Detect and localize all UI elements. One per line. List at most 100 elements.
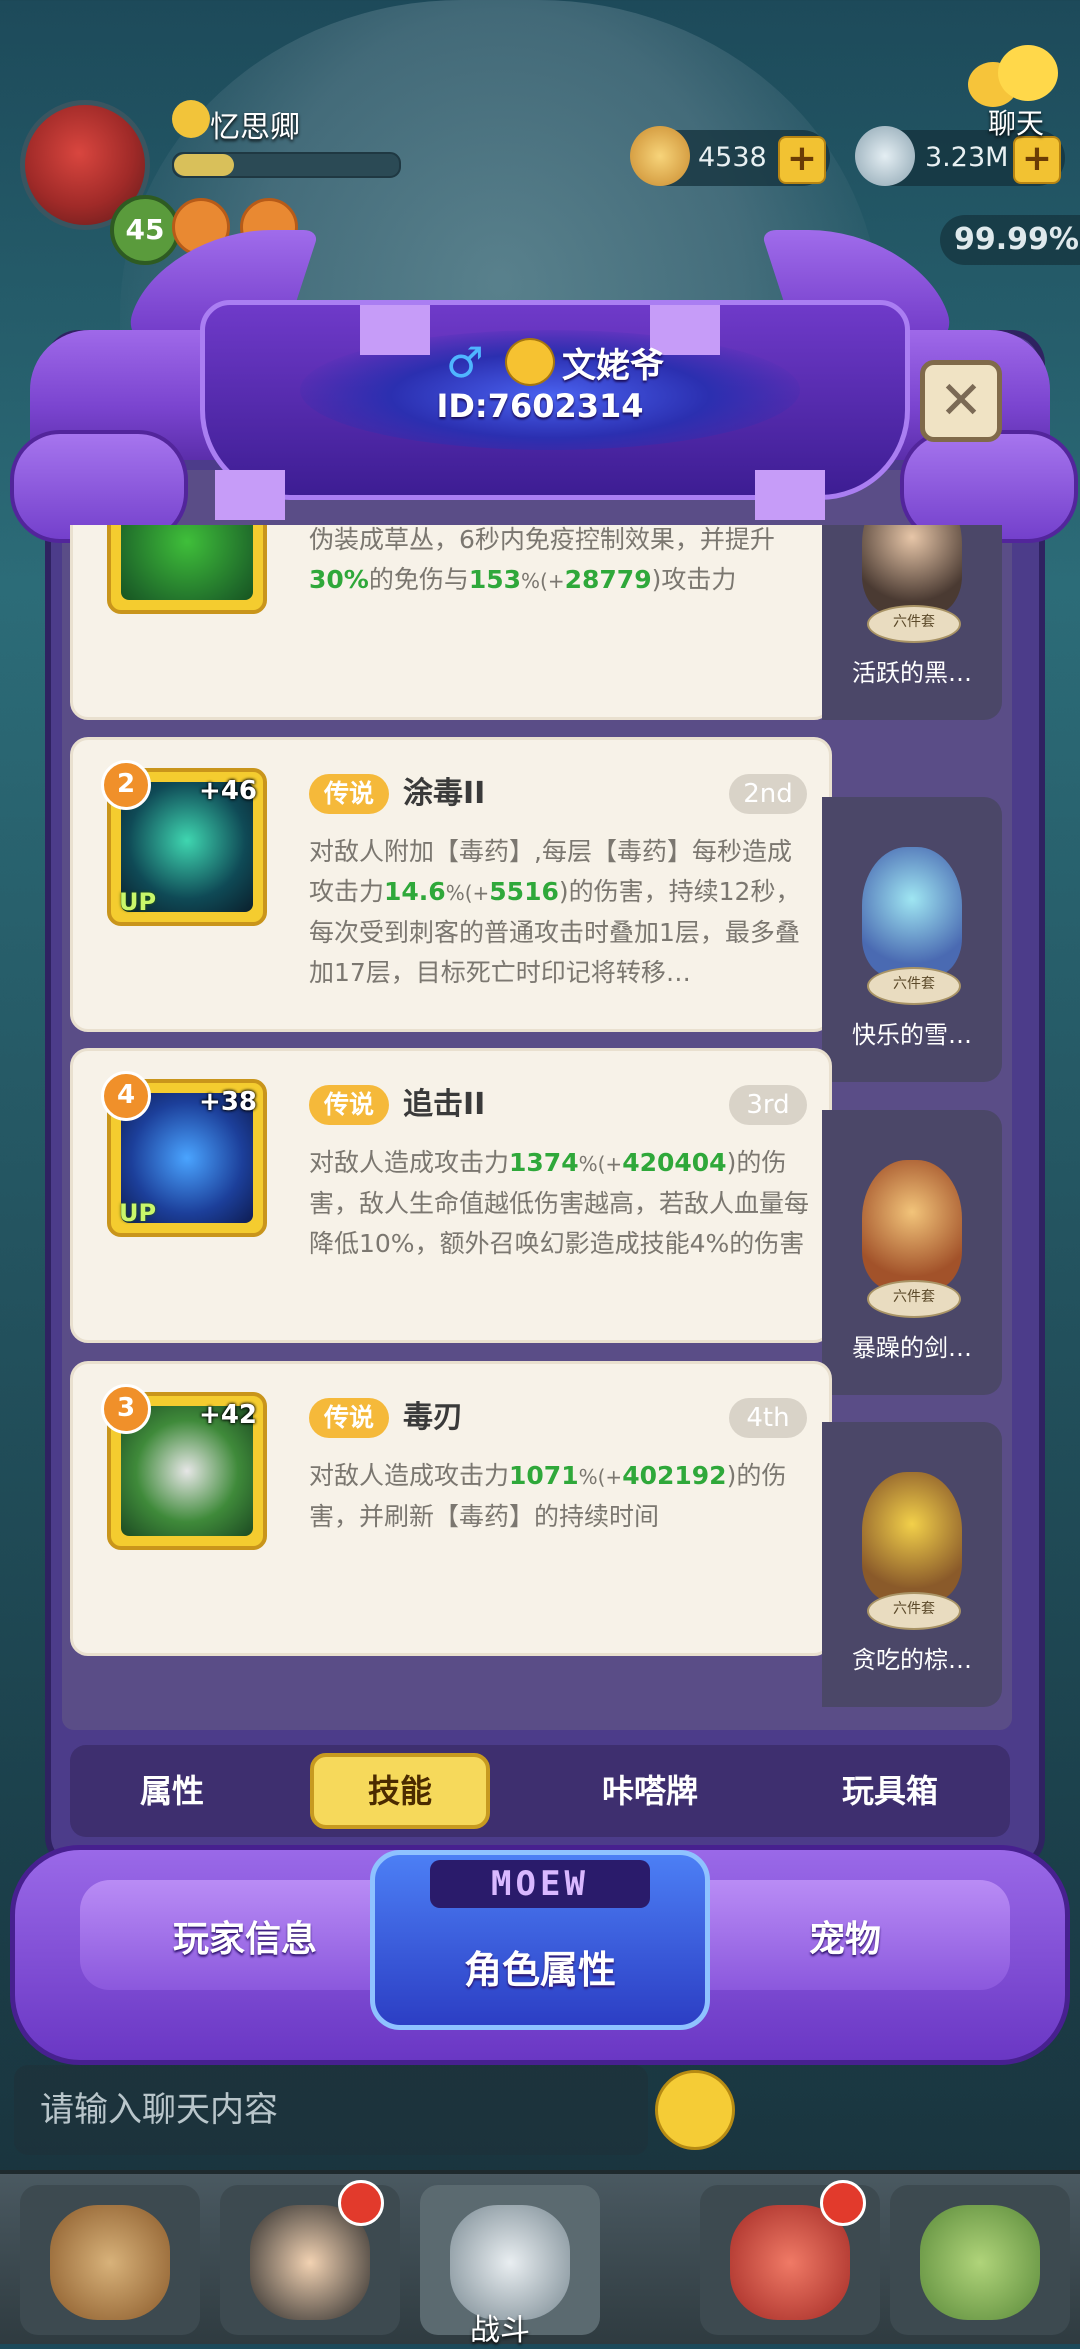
player-level-badge: 45 <box>110 195 180 265</box>
nav-pets-label: 宠物 <box>808 1919 881 1960</box>
more-portrait-icon <box>920 2205 1040 2320</box>
skill-description: 对敌人造成攻击力1374%(+420404)的伤害，敌人生命值越低伤害越高，若敌… <box>309 1143 809 1264</box>
skill-card[interactable]: 4 +38 UP 传说 追击II 3rd 对敌人造成攻击力1374%(+420404)的伤害… <box>70 1048 832 1343</box>
skill-description-part: 的免伤与 <box>368 565 469 594</box>
bottom-slot-more[interactable] <box>890 2185 1070 2335</box>
skill-description: 对敌人附加【毒药】,每层【毒药】每秒造成攻击力14.6%(+5516)的伤害，持… <box>309 832 809 993</box>
pet-slot[interactable]: 六件套活跃的黑… <box>822 525 1002 720</box>
pet-figure-icon <box>862 1160 962 1290</box>
close-icon: ✕ <box>939 371 983 431</box>
skill-up-label: UP <box>119 888 157 916</box>
player-title-icon <box>505 338 555 386</box>
pet-set-badge: 六件套 <box>867 605 961 643</box>
skill-description-part: )攻击力 <box>651 565 737 594</box>
add-gem-button[interactable]: + <box>1013 136 1061 184</box>
tab-bar: 属性 技能 咔嗒牌 玩具箱 <box>70 1745 1010 1837</box>
skill-title: 毒刃 <box>403 1400 463 1435</box>
skill-level-badge: 2 <box>101 760 151 810</box>
pet-slot[interactable]: 六件套 贪吃的棕… <box>822 1422 1002 1707</box>
skill-art-icon <box>121 525 253 600</box>
emoji-icon[interactable] <box>655 2070 735 2150</box>
tab-cards[interactable]: 咔嗒牌 <box>560 1753 740 1829</box>
pet-name: 快乐的雪… <box>852 1021 972 1049</box>
skill-description-part: %(+ <box>578 1152 623 1176</box>
skill-description-part: 伪装成草丛，6秒内免疫控制效果，并提升 <box>309 525 775 554</box>
skill-card[interactable]: 3 +42 传说 毒刃 4th 对敌人造成攻击力1071%(+402192)的伤害，并刷新… <box>70 1361 832 1656</box>
pixel-decoration <box>215 470 285 520</box>
gender-male-icon: ♂ <box>446 338 484 387</box>
skill-description-part: 5516 <box>489 877 559 906</box>
player-exp-bar <box>172 152 401 178</box>
pixel-decoration <box>360 305 430 355</box>
hero-portrait-icon <box>50 2205 170 2320</box>
pet-name: 暴躁的剑… <box>852 1334 972 1362</box>
gold-icon <box>630 126 690 186</box>
chat-input-box[interactable] <box>14 2065 648 2155</box>
skill-description-part: %(+ <box>445 881 490 905</box>
add-gold-button[interactable]: + <box>778 136 826 184</box>
skill-icon[interactable]: 3 +42 <box>101 1384 267 1550</box>
skill-description-part: 1374 <box>509 1148 579 1177</box>
skill-list[interactable]: 2+40传说草丛斗篷1st伪装成草丛，6秒内免疫控制效果，并提升30%的免伤与1… <box>62 525 1012 1725</box>
tab-toybox[interactable]: 玩具箱 <box>800 1753 980 1829</box>
skill-description-part: 对敌人造成攻击力 <box>309 1148 510 1177</box>
skill-description: 对敌人造成攻击力1071%(+402192)的伤害，并刷新【毒药】的持续时间 <box>309 1456 809 1537</box>
skill-bonus: +46 <box>199 776 257 806</box>
skill-description-part: 420404 <box>622 1148 727 1177</box>
skill-rank: 4th <box>729 1398 807 1438</box>
skill-up-label: UP <box>119 1199 157 1227</box>
skill-description-part: 153 <box>468 565 522 594</box>
skill-icon[interactable]: 2+40 <box>107 525 267 614</box>
nav-character-attributes-label: 角色属性 <box>463 1948 616 1992</box>
player-name: 忆思卿 <box>210 110 300 145</box>
pet-name: 活跃的黑… <box>852 659 972 687</box>
pet-slot[interactable]: 六件套暴躁的剑… <box>822 1110 1002 1395</box>
skill-rank: 2nd <box>729 774 807 814</box>
gold-counter: 4538 + <box>630 126 830 186</box>
skill-description-part: 1071 <box>509 1461 579 1490</box>
nav-player-info-label: 玩家信息 <box>172 1919 317 1960</box>
bottom-slot-hero[interactable] <box>20 2185 200 2335</box>
notification-icon <box>820 2180 866 2226</box>
skill-description-part: %(+ <box>521 569 565 593</box>
skill-description-part: 30% <box>309 565 369 594</box>
skill-icon[interactable]: 4 +38 UP <box>101 1071 267 1237</box>
skill-icon[interactable]: 2 +46 UP <box>101 760 267 926</box>
chat-label: 聊天 <box>987 107 1044 140</box>
gold-value: 4538 <box>698 142 767 173</box>
skill-rank: 3rd <box>729 1085 807 1125</box>
nav-player-info[interactable]: 玩家信息 <box>80 1880 410 1990</box>
skill-rarity-tag: 传说 <box>309 774 389 814</box>
tab-attributes[interactable]: 属性 <box>82 1753 262 1829</box>
skill-rarity-tag: 传说 <box>309 1085 389 1125</box>
skill-bonus: +42 <box>199 1400 257 1430</box>
chat-input[interactable] <box>38 2079 622 2141</box>
progress-percent: 99.99% <box>940 215 1080 265</box>
pet-set-badge: 六件套 <box>867 1280 961 1318</box>
pet-name: 贪吃的棕… <box>852 1646 972 1674</box>
skill-description-part: 14.6 <box>384 877 446 906</box>
skill-description-part: 对敌人造成攻击力 <box>309 1461 510 1490</box>
close-button[interactable]: ✕ <box>920 360 1002 442</box>
pet-slot[interactable]: 六件套 快乐的雪… <box>822 797 1002 1082</box>
skill-title: 涂毒II <box>403 776 486 811</box>
player-title-icon <box>172 100 210 138</box>
pet-figure-icon <box>862 1472 962 1602</box>
pet-figure-icon <box>862 525 962 615</box>
skill-title: 追击II <box>403 1087 486 1122</box>
pet-figure-icon <box>862 847 962 977</box>
gem-icon <box>855 126 915 186</box>
skill-description-part: %(+ <box>578 1465 623 1489</box>
skill-bonus: +38 <box>199 1087 257 1117</box>
profile-id: ID:7602314 <box>436 387 644 425</box>
nav-pets[interactable]: 宠物 <box>680 1880 1010 1990</box>
chat-button[interactable]: 聊天 <box>968 40 1064 140</box>
skill-card[interactable]: 2+40传说草丛斗篷1st伪装成草丛，6秒内免疫控制效果，并提升30%的免伤与1… <box>70 525 832 720</box>
profile-name: 文姥爷 <box>562 346 664 386</box>
smiley-icon <box>998 45 1058 101</box>
skill-level-badge: 4 <box>101 1071 151 1121</box>
tab-skills[interactable]: 技能 <box>310 1753 490 1829</box>
pixel-decoration <box>755 470 825 520</box>
skill-card[interactable]: 2 +46 UP 传说 涂毒II 2nd 对敌人附加【毒药】,每层【毒药】每秒造成攻击力14… <box>70 737 832 1032</box>
gem-value: 3.23M <box>925 142 1009 173</box>
